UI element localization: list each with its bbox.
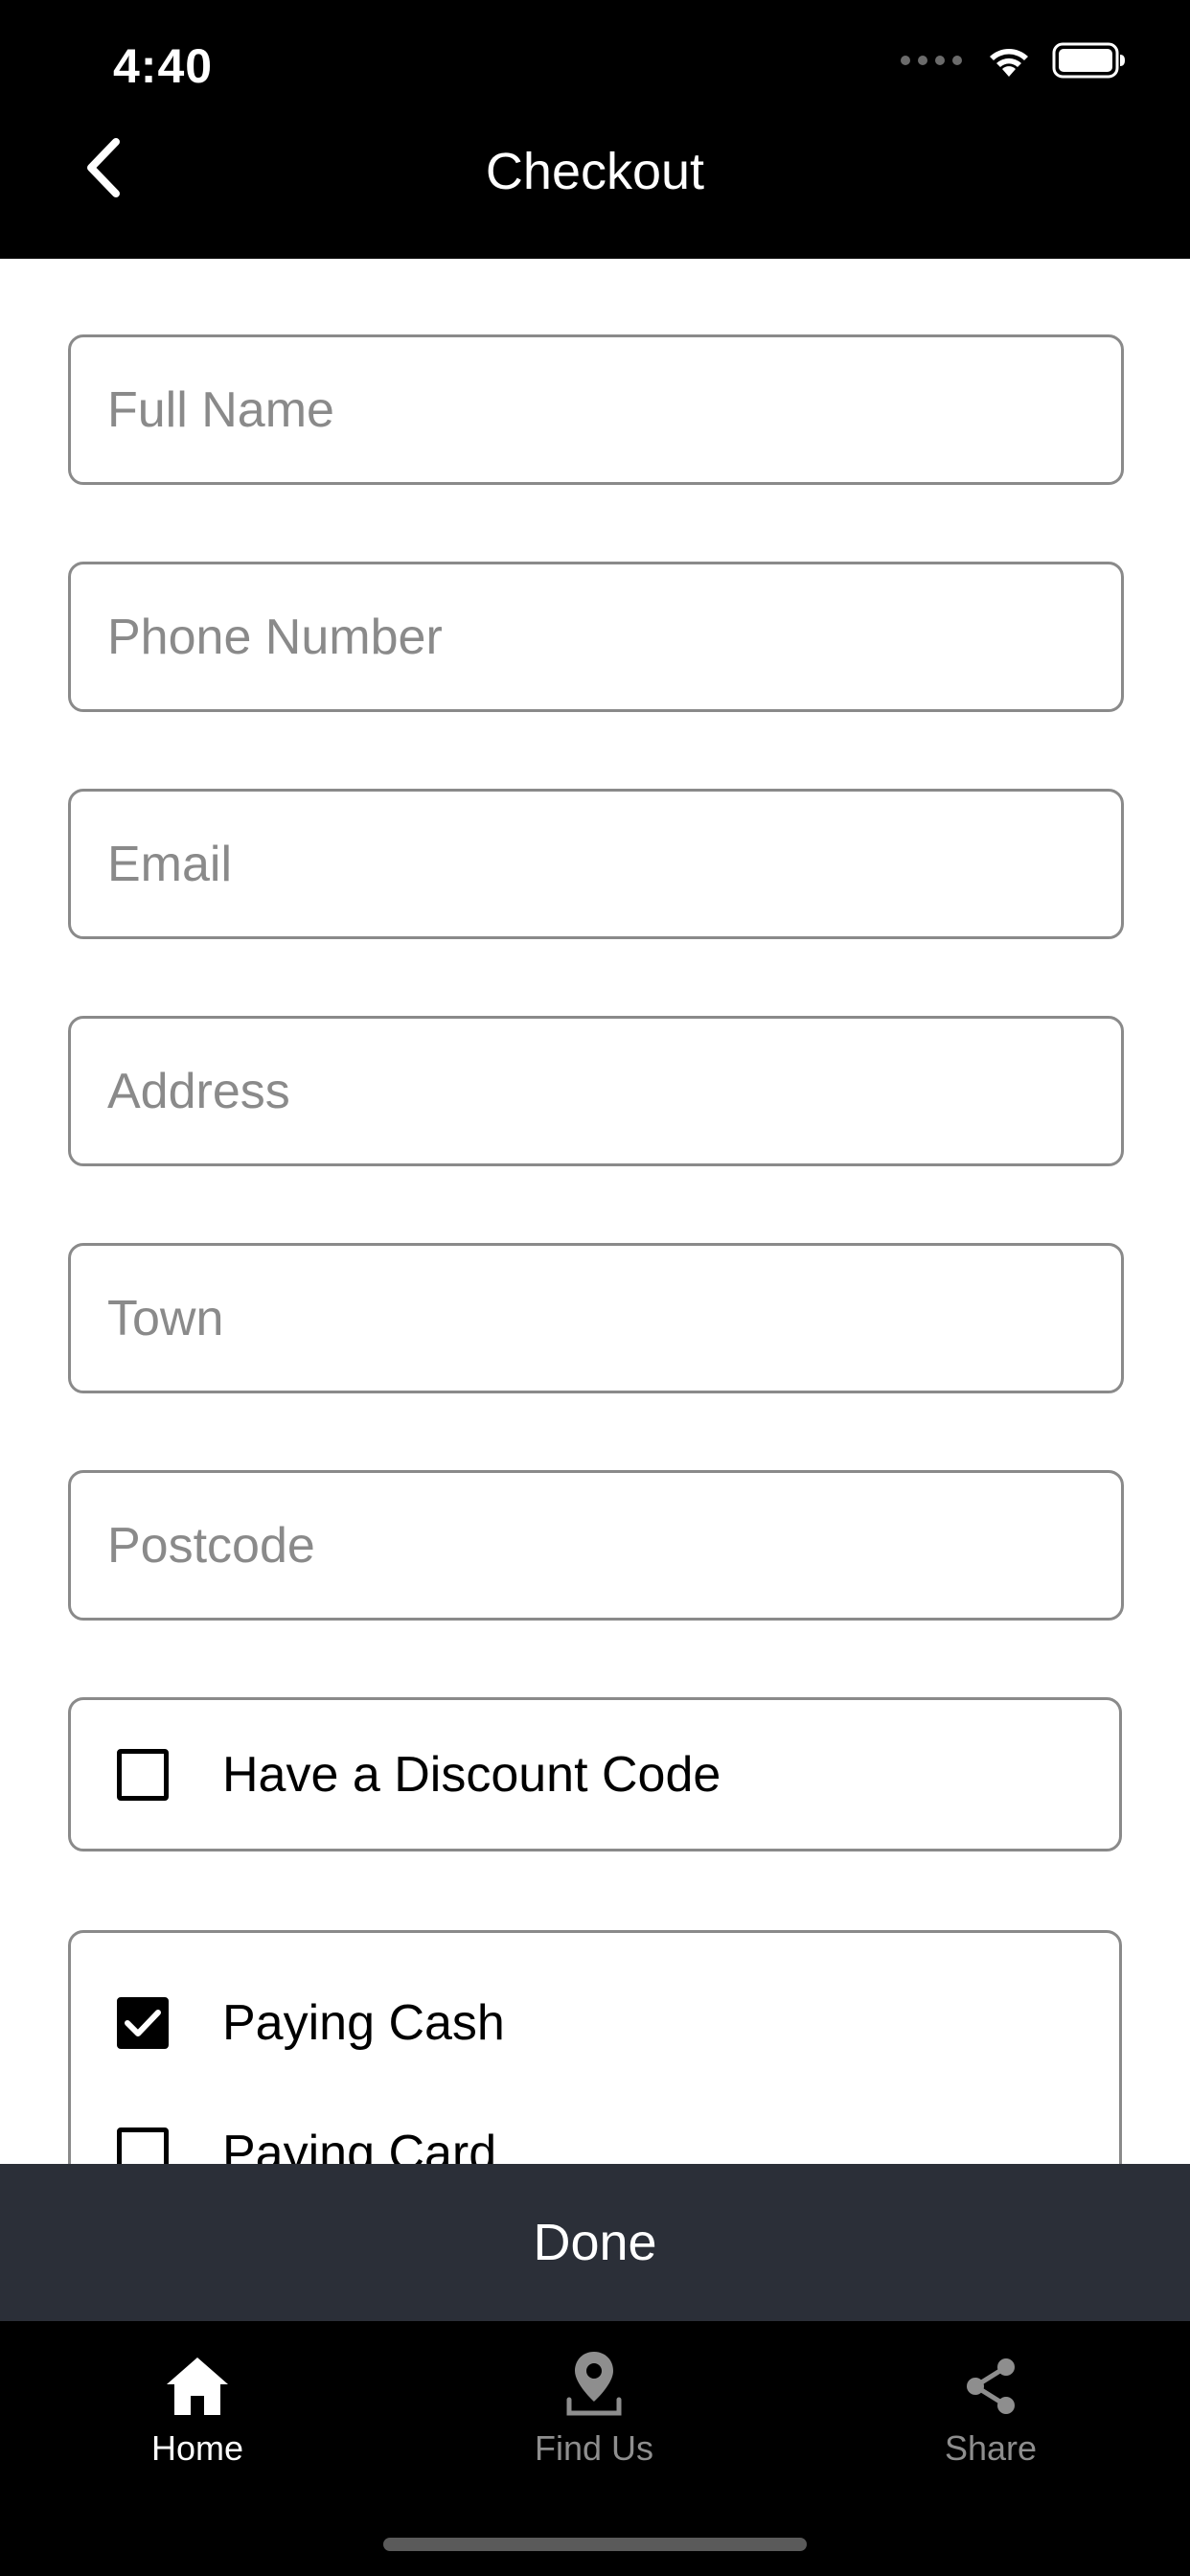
phone-number-input[interactable] bbox=[107, 608, 1085, 666]
tab-share-label: Share bbox=[944, 2428, 1038, 2468]
email-input[interactable] bbox=[107, 835, 1085, 893]
status-icons bbox=[901, 42, 1127, 79]
share-icon bbox=[962, 2344, 1019, 2417]
discount-code-checkbox[interactable] bbox=[117, 1748, 169, 1801]
discount-code-checkbox-row[interactable]: Have a Discount Code bbox=[117, 1731, 721, 1819]
paying-cash-label: Paying Cash bbox=[222, 1995, 505, 2051]
tab-share[interactable]: Share bbox=[847, 2344, 1134, 2469]
tab-find-us[interactable]: Find Us bbox=[450, 2344, 738, 2469]
phone-field-box bbox=[68, 562, 1124, 712]
signal-dots-icon bbox=[901, 56, 962, 65]
wifi-icon bbox=[985, 42, 1033, 79]
postcode-field-box bbox=[68, 1470, 1124, 1621]
discount-code-label: Have a Discount Code bbox=[222, 1746, 721, 1803]
header: 4:40 Checkout bbox=[0, 0, 1190, 259]
full-name-input[interactable] bbox=[107, 380, 1085, 439]
town-input[interactable] bbox=[107, 1289, 1085, 1347]
checkmark-icon bbox=[125, 2010, 161, 2036]
address-field-box bbox=[68, 1016, 1124, 1166]
address-input[interactable] bbox=[107, 1062, 1085, 1120]
map-pin-icon bbox=[563, 2344, 625, 2417]
discount-code-box: Have a Discount Code bbox=[68, 1697, 1122, 1852]
home-icon bbox=[165, 2344, 230, 2417]
done-button[interactable]: Done bbox=[0, 2164, 1190, 2321]
paying-cash-row[interactable]: Paying Cash bbox=[117, 1979, 1073, 2067]
battery-icon bbox=[1052, 42, 1127, 79]
status-time: 4:40 bbox=[113, 39, 214, 93]
paying-cash-checkbox[interactable] bbox=[117, 1997, 169, 2049]
email-field-box bbox=[68, 789, 1124, 939]
page-title: Checkout bbox=[485, 143, 705, 200]
home-indicator[interactable] bbox=[383, 2538, 807, 2551]
tab-find-us-label: Find Us bbox=[534, 2428, 654, 2468]
tab-home-label: Home bbox=[150, 2428, 244, 2468]
tab-home[interactable]: Home bbox=[54, 2344, 341, 2469]
town-field-box bbox=[68, 1243, 1124, 1393]
done-button-label: Done bbox=[533, 2214, 657, 2271]
checkout-screen: 4:40 Checkout Full Name Phone Number Ema… bbox=[0, 0, 1190, 2576]
full-name-field-box bbox=[68, 334, 1124, 485]
postcode-input[interactable] bbox=[107, 1516, 1085, 1575]
checkout-form: Have a Discount Code Paying Cash Paying … bbox=[68, 334, 1124, 2218]
